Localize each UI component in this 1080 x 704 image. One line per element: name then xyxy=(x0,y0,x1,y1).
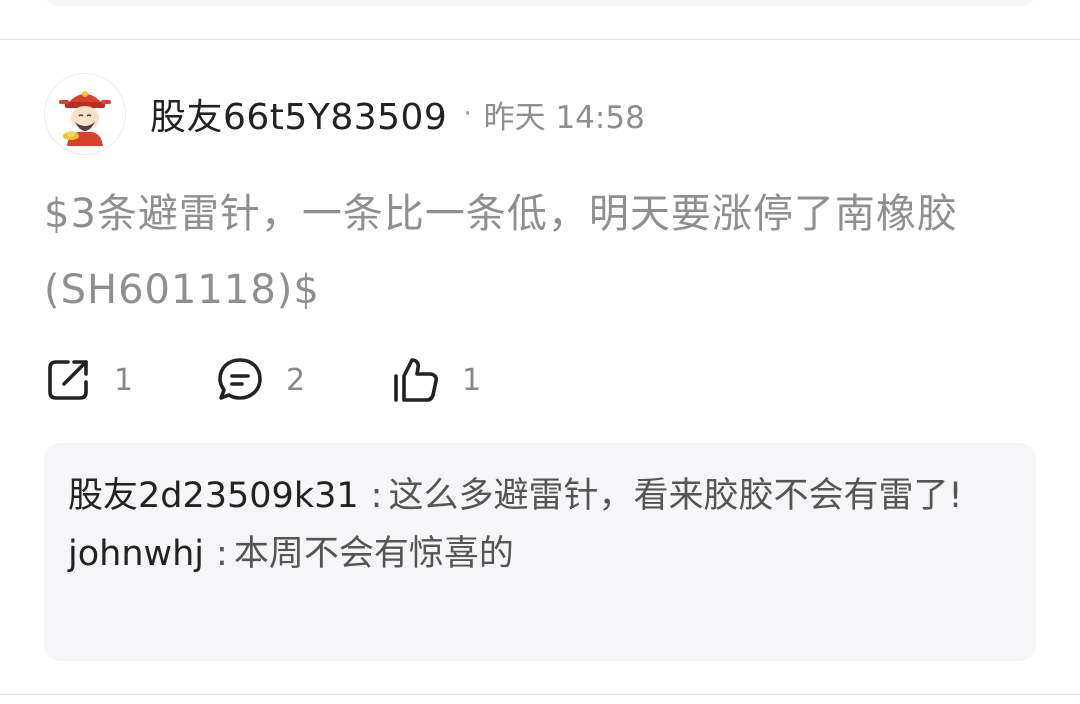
meta-separator: · xyxy=(463,99,472,129)
divider xyxy=(0,694,1080,695)
like-count: 1 xyxy=(462,362,482,398)
like-button[interactable]: 1 xyxy=(392,356,512,404)
comment-author[interactable]: johnwhj xyxy=(68,534,204,574)
share-button[interactable]: 1 xyxy=(44,356,216,404)
author-name[interactable]: 股友66t5Y83509 xyxy=(150,88,447,140)
previous-card-edge xyxy=(44,0,1036,6)
thumbs-up-icon xyxy=(392,356,440,404)
comment-count: 2 xyxy=(286,362,306,398)
share-count: 1 xyxy=(114,362,134,398)
comments-preview[interactable]: 股友2d23509k31: 这么多避雷针，看来胶胶不会有雷了! johnwhj: 本… xyxy=(44,443,1036,661)
post-time: 昨天 14:58 xyxy=(483,99,645,136)
comment-icon xyxy=(216,356,264,404)
comment-colon: : xyxy=(216,534,228,574)
post-header: 股友66t5Y83509 · 昨天 14:58 xyxy=(44,72,1036,156)
comment-button[interactable]: 2 xyxy=(216,356,392,404)
divider xyxy=(0,39,1080,40)
post-content[interactable]: $3条避雷针，一条比一条低，明天要涨停了南橡胶(SH601118)$ xyxy=(44,176,1004,328)
avatar[interactable] xyxy=(44,73,126,155)
comment-author[interactable]: 股友2d23509k31 xyxy=(68,476,359,516)
comment-item[interactable]: johnwhj: 本周不会有惊喜的 xyxy=(68,525,1012,583)
post-card[interactable]: 股友66t5Y83509 · 昨天 14:58 $3条避雷针，一条比一条低，明天… xyxy=(44,72,1036,402)
share-icon xyxy=(44,356,92,404)
comment-text: 这么多避雷针，看来胶胶不会有雷了! xyxy=(388,476,963,516)
comment-text: 本周不会有惊喜的 xyxy=(233,534,514,574)
comment-colon: : xyxy=(370,476,383,516)
comment-item[interactable]: 股友2d23509k31: 这么多避雷针，看来胶胶不会有雷了! xyxy=(68,467,1012,525)
action-bar: 1 2 1 xyxy=(44,356,512,404)
